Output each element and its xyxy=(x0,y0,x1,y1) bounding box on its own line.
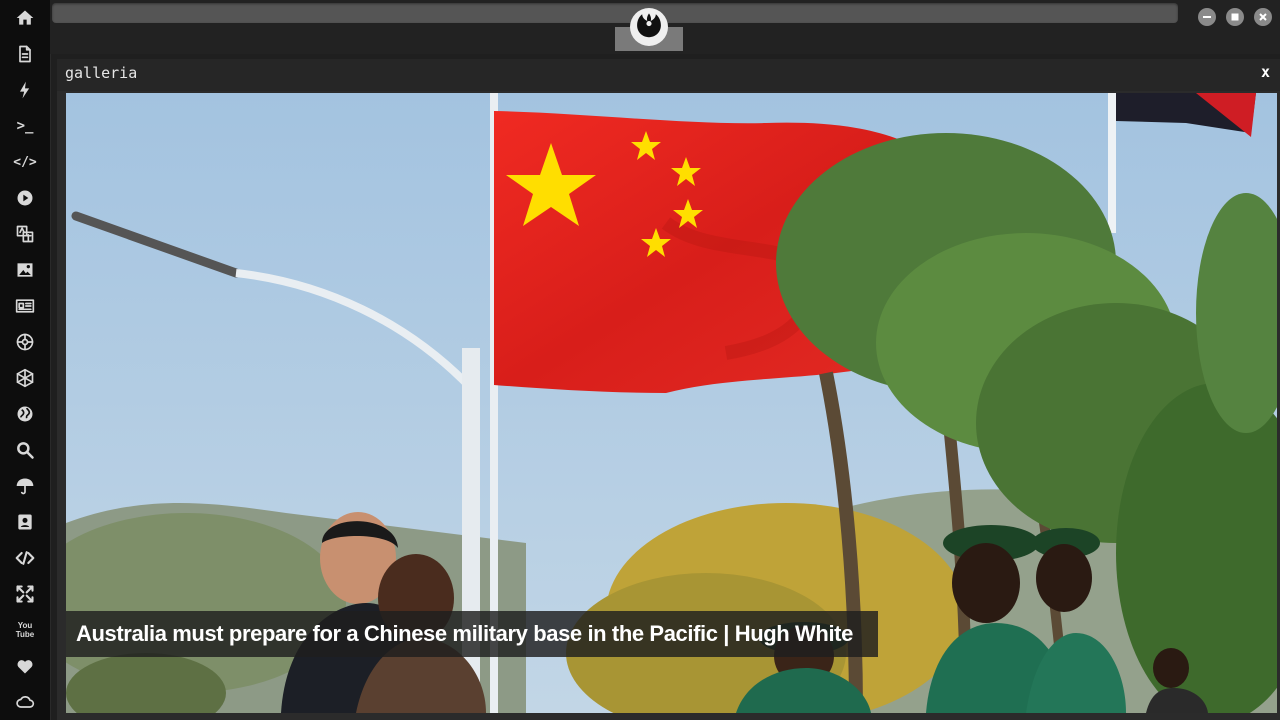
contact-icon[interactable] xyxy=(13,510,37,534)
translate-icon[interactable] xyxy=(13,222,37,246)
youtube-label: You Tube xyxy=(15,621,35,639)
code-alt-icon[interactable] xyxy=(13,546,37,570)
youtube-icon[interactable]: You Tube xyxy=(13,618,37,642)
rebel-alliance-logo[interactable] xyxy=(630,8,668,46)
terminal-label: >_ xyxy=(16,118,34,134)
umbrella-icon[interactable] xyxy=(13,474,37,498)
heart-icon[interactable] xyxy=(13,654,37,678)
maximize-icon xyxy=(1231,13,1239,21)
rebel-alliance-icon xyxy=(637,13,661,38)
home-icon[interactable] xyxy=(13,6,37,30)
top-bar xyxy=(50,0,1280,54)
image-icon[interactable] xyxy=(13,258,37,282)
globe-icon[interactable] xyxy=(13,402,37,426)
document-icon[interactable] xyxy=(13,42,37,66)
minimize-button[interactable] xyxy=(1198,8,1216,26)
sidebar: >_ </> You Tube xyxy=(0,0,51,720)
photo-caption: Australia must prepare for a Chinese mil… xyxy=(66,611,878,657)
window-close-button[interactable]: x xyxy=(1261,63,1270,81)
minimize-icon xyxy=(1203,16,1211,18)
maximize-button[interactable] xyxy=(1226,8,1244,26)
play-icon[interactable] xyxy=(13,186,37,210)
cloud-icon[interactable] xyxy=(13,690,37,714)
rebel-icon[interactable] xyxy=(13,330,37,354)
empire-icon[interactable] xyxy=(13,366,37,390)
galleria-window: galleria x Australia must prepare for a … xyxy=(57,59,1280,720)
lightning-icon[interactable] xyxy=(13,78,37,102)
window-header: galleria x xyxy=(57,59,1280,91)
address-bar[interactable] xyxy=(52,3,1178,23)
window-title: galleria xyxy=(65,64,138,82)
newspaper-icon[interactable] xyxy=(13,294,37,318)
terminal-icon[interactable]: >_ xyxy=(13,114,37,138)
close-window-button[interactable] xyxy=(1254,8,1272,26)
code-label: </> xyxy=(13,154,37,170)
search-icon[interactable] xyxy=(13,438,37,462)
caption-text: Australia must prepare for a Chinese mil… xyxy=(76,621,853,646)
expand-icon[interactable] xyxy=(13,582,37,606)
close-icon xyxy=(1259,13,1267,21)
code-icon[interactable]: </> xyxy=(13,150,37,174)
